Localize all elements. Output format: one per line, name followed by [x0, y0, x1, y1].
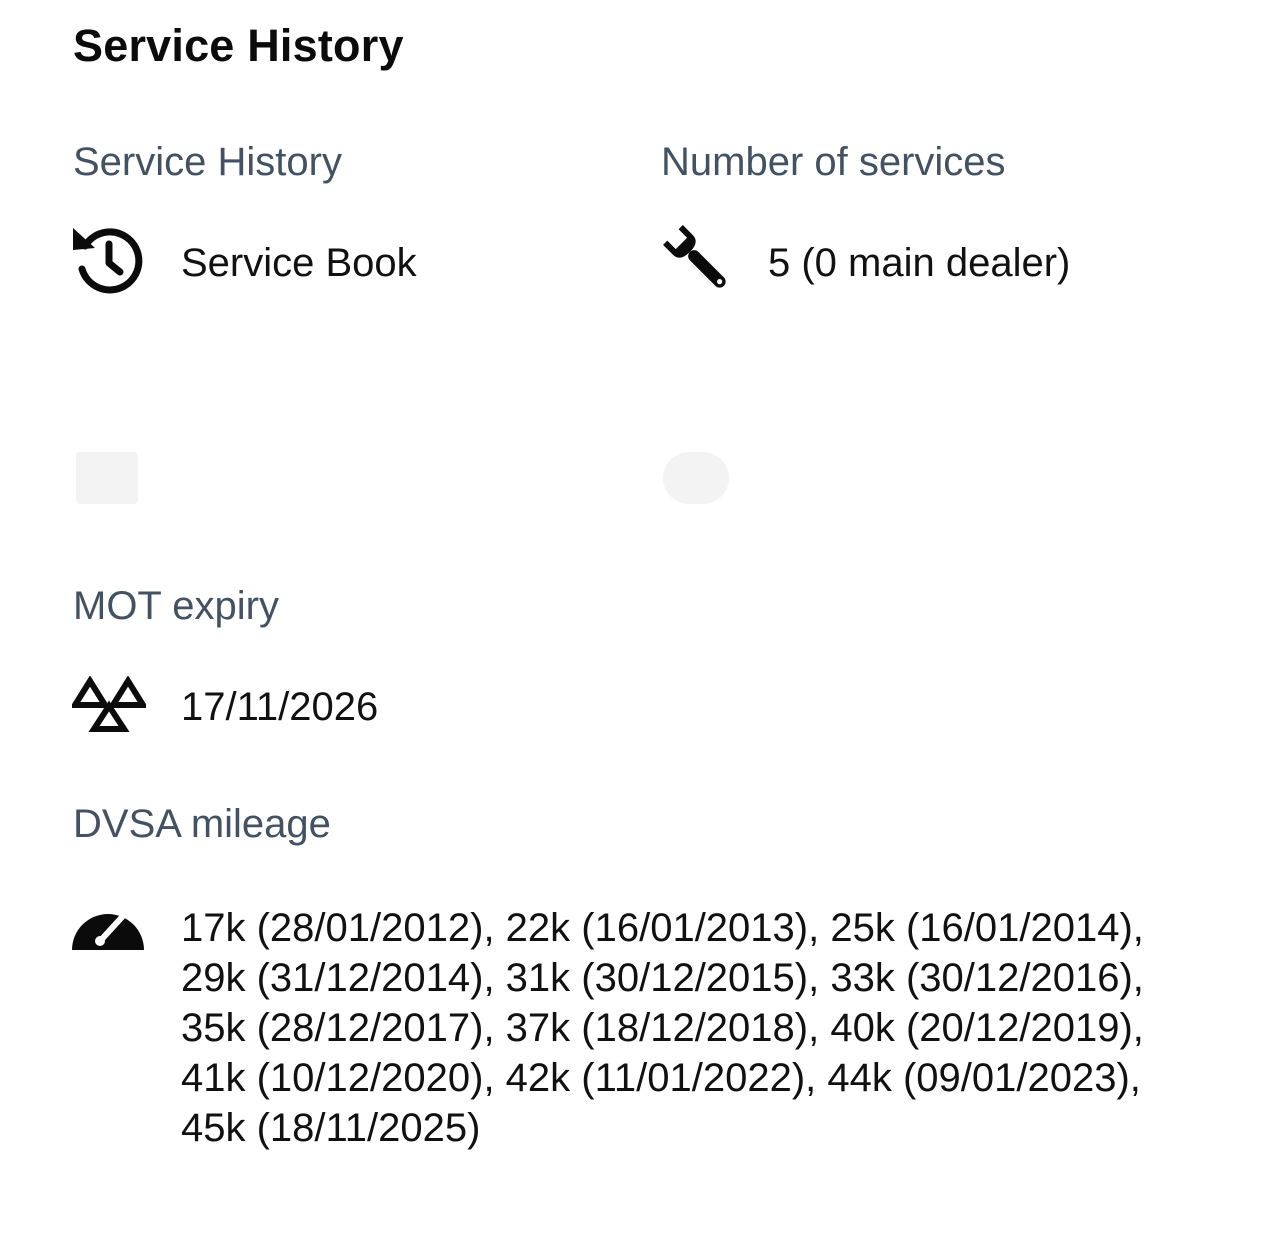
service-history-label: Service History	[73, 140, 342, 184]
number-of-services-label: Number of services	[661, 140, 1006, 184]
faded-calendar-icon	[76, 452, 138, 504]
wrench-icon	[658, 221, 736, 297]
dvsa-mileage-value: 17k (28/01/2012), 22k (16/01/2013), 25k …	[181, 906, 1144, 1150]
dvsa-mileage-label: DVSA mileage	[73, 802, 331, 846]
mot-expiry-label: MOT expiry	[73, 584, 279, 628]
history-icon	[71, 222, 145, 298]
mot-triangles-icon	[72, 676, 146, 732]
number-of-services-value: 5 (0 main dealer)	[768, 241, 1071, 285]
mot-expiry-value: 17/11/2026	[181, 685, 379, 729]
speedometer-icon	[71, 892, 145, 952]
faded-gauge-icon	[663, 452, 729, 504]
page-title: Service History	[73, 20, 404, 71]
service-history-value: Service Book	[181, 241, 417, 285]
